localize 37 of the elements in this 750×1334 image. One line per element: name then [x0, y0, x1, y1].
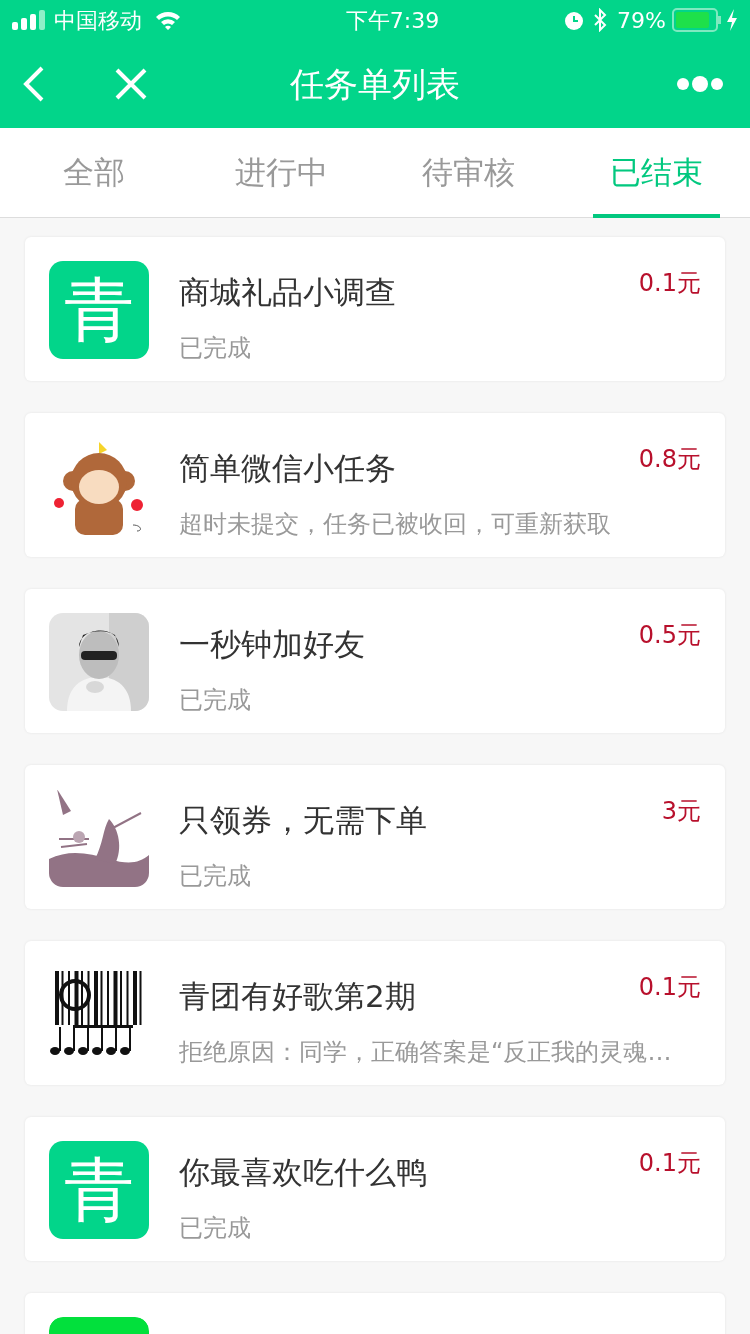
wifi-icon: [154, 9, 182, 31]
task-title: 青团有好歌第2期: [179, 977, 416, 1016]
tab[interactable]: 待审核: [375, 128, 563, 217]
task-status: 拒绝原因：同学，正确答案是“反正我的灵魂…: [179, 1036, 672, 1068]
task-status: 已完成: [179, 1212, 251, 1244]
task-reward: 0.1元: [638, 972, 701, 1003]
task-reward: 0.1元: [638, 268, 701, 299]
task-status: 已完成: [179, 860, 251, 892]
task-reward: 0.1元: [638, 1148, 701, 1179]
app-logo: 青: [49, 261, 149, 359]
close-button[interactable]: [114, 67, 148, 101]
clock-time: 下午7:39: [344, 6, 440, 35]
task-title: 只领券，无需下单: [179, 801, 427, 840]
task-status: 超时未提交，任务已被收回，可重新获取: [179, 508, 611, 540]
task-title: 你最喜欢吃什么鸭: [179, 1153, 427, 1192]
carrier-name: 中国移动: [54, 6, 142, 35]
battery-icon: [672, 8, 722, 32]
task-status: 已完成: [179, 684, 251, 716]
more-button[interactable]: [676, 74, 724, 94]
task-title: 简单微信小任务: [179, 449, 396, 488]
battery-percent: 79%: [617, 6, 666, 35]
charging-icon: [726, 9, 738, 31]
tab[interactable]: 全部: [0, 128, 188, 217]
signal-icon: [12, 10, 46, 30]
task-status: 已完成: [179, 332, 251, 364]
page-title: 任务单列表: [289, 62, 461, 106]
alarm-icon: [563, 9, 586, 31]
task-title: 一秒钟加好友: [179, 625, 365, 664]
tab[interactable]: 已结束: [562, 128, 750, 217]
back-button[interactable]: [22, 65, 46, 103]
tab[interactable]: 进行中: [187, 128, 375, 217]
task-reward: 3元: [661, 796, 701, 827]
task-reward: 0.8元: [638, 444, 701, 475]
task-reward: 0.5元: [638, 620, 701, 651]
bluetooth-icon: [593, 8, 608, 32]
task-title: 商城礼品小调查: [179, 273, 396, 312]
app-logo: 青: [49, 1141, 149, 1239]
